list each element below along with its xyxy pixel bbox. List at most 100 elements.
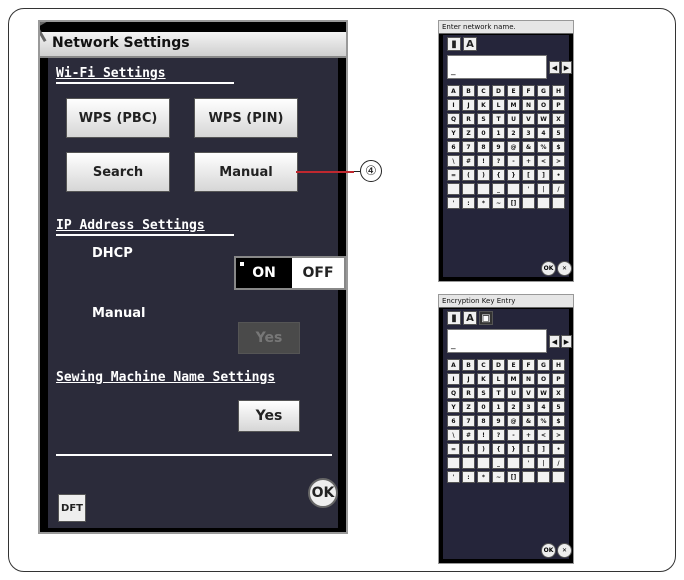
key[interactable]: A: [447, 85, 460, 97]
key[interactable]: 0: [477, 401, 490, 413]
dhcp-toggle[interactable]: ON OFF: [234, 256, 346, 290]
key[interactable]: ': [522, 183, 535, 195]
key[interactable]: (: [462, 443, 475, 455]
ok-button[interactable]: OK: [541, 543, 556, 558]
wps-pbc-button[interactable]: WPS (PBC): [66, 98, 170, 138]
key[interactable]: L: [492, 373, 505, 385]
font-toggle-icon[interactable]: A: [463, 37, 477, 51]
key[interactable]: !: [477, 155, 490, 167]
encryption-key-input[interactable]: _: [447, 329, 547, 353]
key[interactable]: 1: [492, 401, 505, 413]
key[interactable]: X: [552, 113, 565, 125]
key[interactable]: ]: [537, 169, 550, 181]
key[interactable]: -: [507, 429, 520, 441]
key[interactable]: [462, 183, 475, 195]
key[interactable]: 6: [447, 415, 460, 427]
key[interactable]: •: [552, 169, 565, 181]
key[interactable]: 9: [492, 141, 505, 153]
key[interactable]: W: [537, 387, 550, 399]
key[interactable]: @: [507, 415, 520, 427]
key[interactable]: ?: [492, 429, 505, 441]
key[interactable]: ): [477, 169, 490, 181]
key[interactable]: Z: [462, 401, 475, 413]
key[interactable]: %: [537, 141, 550, 153]
key[interactable]: [507, 183, 520, 195]
key[interactable]: H: [552, 359, 565, 371]
key[interactable]: ]: [537, 443, 550, 455]
key[interactable]: D: [492, 359, 505, 371]
key[interactable]: _: [492, 457, 505, 469]
font-toggle-icon[interactable]: A: [463, 311, 477, 325]
key[interactable]: [447, 183, 460, 195]
key[interactable]: #: [462, 429, 475, 441]
key[interactable]: V: [522, 387, 535, 399]
mask-toggle-icon[interactable]: ▣: [479, 311, 493, 325]
key[interactable]: 8: [477, 141, 490, 153]
key[interactable]: E: [507, 359, 520, 371]
key[interactable]: =: [447, 443, 460, 455]
key[interactable]: I: [447, 99, 460, 111]
cursor-left-icon[interactable]: ◀: [549, 335, 560, 348]
key[interactable]: *: [477, 197, 490, 209]
key[interactable]: !: [477, 429, 490, 441]
key[interactable]: K: [477, 99, 490, 111]
manual-button[interactable]: Manual: [194, 152, 298, 192]
key[interactable]: [507, 457, 520, 469]
key[interactable]: :: [462, 197, 475, 209]
key[interactable]: S: [477, 387, 490, 399]
wps-pin-button[interactable]: WPS (PIN): [194, 98, 298, 138]
key[interactable]: P: [552, 373, 565, 385]
key[interactable]: ~: [492, 471, 505, 483]
key[interactable]: {: [492, 443, 505, 455]
key[interactable]: U: [507, 387, 520, 399]
key[interactable]: J: [462, 99, 475, 111]
key[interactable]: Y: [447, 401, 460, 413]
key[interactable]: [462, 457, 475, 469]
key[interactable]: [522, 197, 535, 209]
key[interactable]: [: [522, 443, 535, 455]
key[interactable]: 9: [492, 415, 505, 427]
key[interactable]: Q: [447, 113, 460, 125]
key[interactable]: A: [447, 359, 460, 371]
key[interactable]: Q: [447, 387, 460, 399]
key[interactable]: >: [552, 155, 565, 167]
search-button[interactable]: Search: [66, 152, 170, 192]
key[interactable]: •: [552, 443, 565, 455]
key[interactable]: @: [507, 141, 520, 153]
key[interactable]: V: [522, 113, 535, 125]
clipboard-icon[interactable]: ▮: [447, 311, 461, 325]
key[interactable]: |: [537, 457, 550, 469]
key[interactable]: [477, 457, 490, 469]
key[interactable]: F: [522, 85, 535, 97]
key[interactable]: 4: [537, 127, 550, 139]
key[interactable]: L: [492, 99, 505, 111]
key[interactable]: -: [507, 155, 520, 167]
key[interactable]: _: [492, 183, 505, 195]
clipboard-icon[interactable]: ▮: [447, 37, 461, 51]
key[interactable]: R: [462, 387, 475, 399]
manual-ip-yes-button[interactable]: Yes: [238, 322, 300, 354]
key[interactable]: C: [477, 85, 490, 97]
key[interactable]: 1: [492, 127, 505, 139]
key[interactable]: 2: [507, 401, 520, 413]
close-icon[interactable]: ✕: [557, 543, 572, 558]
key[interactable]: [447, 457, 460, 469]
key[interactable]: 4: [537, 401, 550, 413]
cursor-right-icon[interactable]: ▶: [561, 61, 572, 74]
key[interactable]: 2: [507, 127, 520, 139]
default-button[interactable]: DFT: [58, 494, 86, 522]
key[interactable]: I: [447, 373, 460, 385]
key[interactable]: 7: [462, 415, 475, 427]
key[interactable]: U: [507, 113, 520, 125]
key[interactable]: (: [462, 169, 475, 181]
machine-name-yes-button[interactable]: Yes: [238, 400, 300, 432]
close-icon[interactable]: ✕: [557, 261, 572, 276]
key[interactable]: \: [447, 429, 460, 441]
key[interactable]: ': [447, 471, 460, 483]
key[interactable]: P: [552, 99, 565, 111]
key[interactable]: []: [507, 471, 520, 483]
key[interactable]: N: [522, 373, 535, 385]
key[interactable]: /: [552, 183, 565, 195]
key[interactable]: ~: [492, 197, 505, 209]
key[interactable]: [477, 183, 490, 195]
